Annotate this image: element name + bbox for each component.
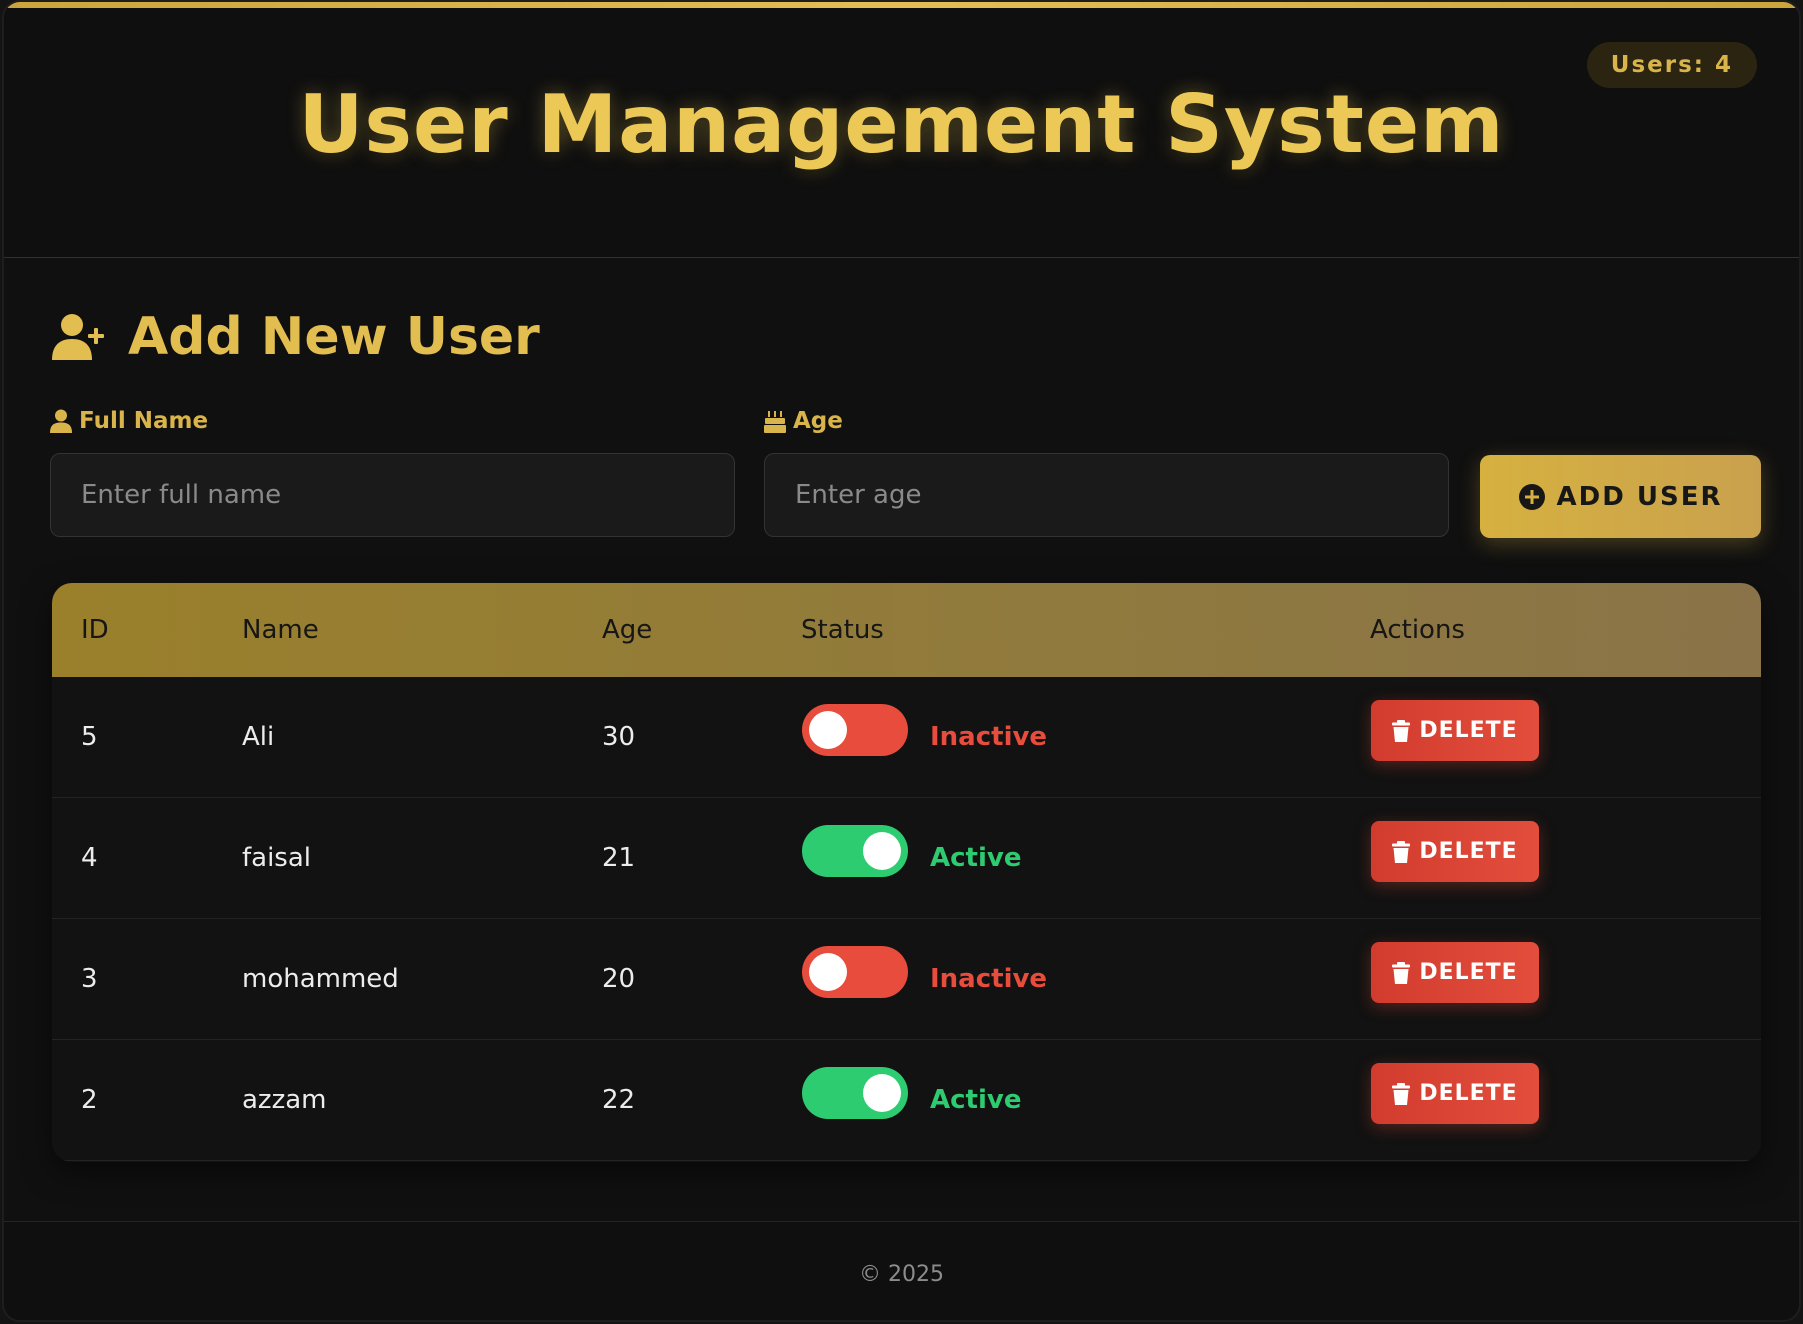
user-count-badge: Users: 4 (1586, 42, 1757, 88)
plus-circle-icon (1518, 483, 1545, 510)
status-toggle[interactable] (802, 946, 908, 998)
column-header-actions: Actions (1370, 615, 1465, 645)
delete-button-label: DELETE (1419, 718, 1518, 743)
user-icon (50, 409, 72, 433)
column-header-id: ID (81, 615, 109, 645)
status-text: Active (930, 843, 1022, 873)
delete-button-label: DELETE (1419, 1081, 1518, 1106)
cell-name: azzam (242, 1085, 327, 1115)
cell-age: 22 (602, 1085, 636, 1115)
status-toggle[interactable] (802, 825, 908, 877)
delete-button[interactable]: DELETE (1371, 700, 1539, 761)
page-footer: © 2025 (4, 1221, 1799, 1320)
trash-icon (1392, 719, 1411, 742)
full-name-label-text: Full Name (79, 408, 209, 434)
age-label-text: Age (793, 408, 843, 434)
column-header-age: Age (602, 615, 653, 645)
toggle-knob (809, 711, 847, 749)
column-header-status: Status (801, 615, 884, 645)
table-row: 5 Ali 30 Inactive DELETE (52, 677, 1761, 798)
status-text: Active (930, 1085, 1022, 1115)
status-toggle[interactable] (802, 704, 908, 756)
age-label: Age (764, 408, 843, 434)
add-user-button-label: ADD USER (1556, 481, 1723, 512)
add-user-section-title: Add New User (50, 302, 540, 372)
age-input[interactable] (764, 453, 1449, 537)
toggle-knob (809, 953, 847, 991)
status-text: Inactive (930, 964, 1048, 994)
toggle-knob (863, 1074, 901, 1112)
toggle-knob (863, 832, 901, 870)
full-name-label: Full Name (50, 408, 208, 434)
cell-id: 3 (81, 964, 98, 994)
cell-age: 21 (602, 843, 636, 873)
full-name-input[interactable] (50, 453, 735, 537)
cell-name: mohammed (242, 964, 399, 994)
table-row: 4 faisal 21 Active DELETE (52, 798, 1761, 919)
page-title: User Management System (298, 78, 1505, 171)
user-plus-icon (52, 314, 104, 360)
table-row: 3 mohammed 20 Inactive DELETE (52, 919, 1761, 1040)
status-text: Inactive (930, 722, 1048, 752)
birthday-cake-icon (764, 411, 786, 433)
cell-id: 2 (81, 1085, 98, 1115)
cell-id: 4 (81, 843, 98, 873)
add-user-button[interactable]: ADD USER (1480, 455, 1761, 538)
cell-age: 20 (602, 964, 636, 994)
delete-button-label: DELETE (1419, 839, 1518, 864)
trash-icon (1392, 961, 1411, 984)
app-window: User Management System Users: 4 Add New … (2, 0, 1801, 1322)
cell-name: Ali (242, 722, 275, 752)
cell-name: faisal (242, 843, 312, 873)
table-row: 2 azzam 22 Active DELETE (52, 1040, 1761, 1161)
copyright-text: © 2025 (859, 1262, 944, 1287)
delete-button[interactable]: DELETE (1371, 821, 1539, 882)
delete-button-label: DELETE (1419, 960, 1518, 985)
page-header: User Management System Users: 4 (4, 8, 1799, 258)
table-header: ID Name Age Status Actions (52, 583, 1761, 677)
delete-button[interactable]: DELETE (1371, 942, 1539, 1003)
users-table: ID Name Age Status Actions 5 Ali 30 Inac… (52, 583, 1761, 1162)
section-title-text: Add New User (128, 307, 540, 367)
cell-age: 30 (602, 722, 636, 752)
delete-button[interactable]: DELETE (1371, 1063, 1539, 1124)
column-header-name: Name (242, 615, 319, 645)
trash-icon (1392, 840, 1411, 863)
status-toggle[interactable] (802, 1067, 908, 1119)
trash-icon (1392, 1082, 1411, 1105)
cell-id: 5 (81, 722, 98, 752)
